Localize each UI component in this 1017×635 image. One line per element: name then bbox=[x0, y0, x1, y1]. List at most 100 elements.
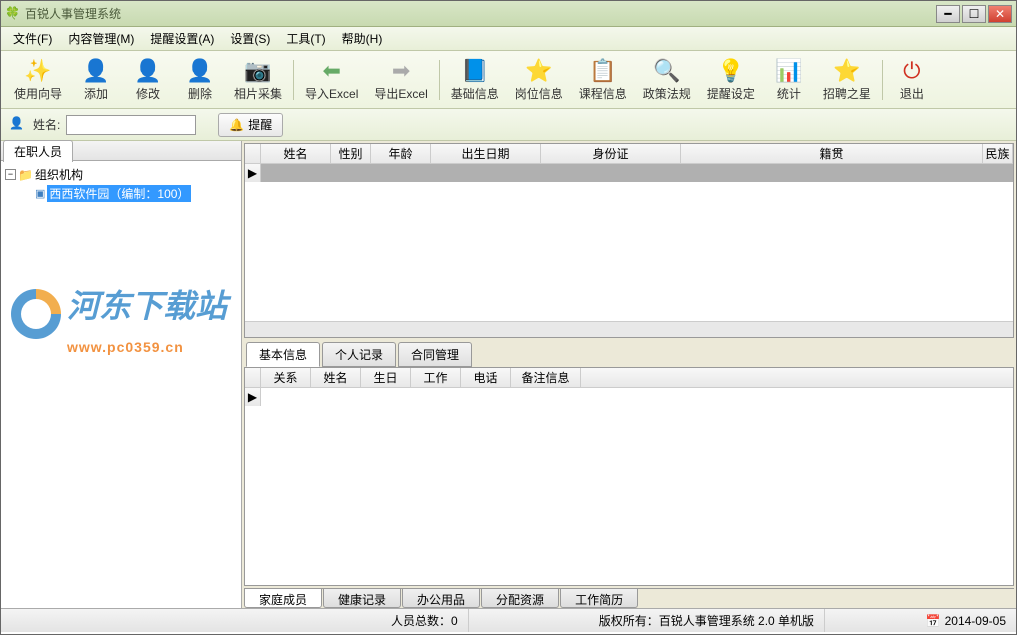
avatar-icon: 👤 bbox=[9, 116, 27, 134]
calendar-icon: 📅 bbox=[926, 614, 941, 628]
edit-user-icon: 👤 bbox=[134, 57, 162, 85]
minimize-button[interactable]: ━ bbox=[936, 5, 960, 23]
star-icon: ⭐ bbox=[525, 57, 553, 85]
col-work[interactable]: 工作 bbox=[411, 368, 461, 387]
tab-resource[interactable]: 分配资源 bbox=[481, 589, 559, 608]
collapse-icon[interactable]: − bbox=[5, 169, 16, 180]
col-name[interactable]: 姓名 bbox=[261, 144, 331, 163]
menu-content[interactable]: 内容管理(M) bbox=[60, 28, 142, 49]
detail-grid-body[interactable]: ▶ bbox=[245, 388, 1013, 585]
row-pointer-icon: ▶ bbox=[245, 164, 261, 182]
course-info-button[interactable]: 📋课程信息 bbox=[572, 54, 634, 105]
menu-tools[interactable]: 工具(T) bbox=[278, 28, 333, 49]
window-title: 百锐人事管理系统 bbox=[25, 5, 936, 22]
maximize-button[interactable]: ☐ bbox=[962, 5, 986, 23]
tab-contract[interactable]: 合同管理 bbox=[398, 342, 472, 367]
exit-button[interactable]: ⏻退出 bbox=[887, 54, 937, 105]
delete-button[interactable]: 👤删除 bbox=[175, 54, 225, 105]
row-indicator-col bbox=[245, 368, 261, 387]
col-age[interactable]: 年龄 bbox=[371, 144, 431, 163]
status-count: 人员总数： 0 bbox=[381, 609, 469, 632]
tab-office[interactable]: 办公用品 bbox=[402, 589, 480, 608]
stats-button[interactable]: 📊统计 bbox=[764, 54, 814, 105]
statusbar: 人员总数： 0 版权所有：百锐人事管理系统 2.0 单机版 📅 2014-09-… bbox=[1, 608, 1016, 632]
sidebar: 在职人员 − 📁 组织机构 ▣ 西西软件园（编制：100） bbox=[1, 141, 242, 608]
photo-button[interactable]: 📷相片采集 bbox=[227, 54, 289, 105]
grid-current-row[interactable]: ▶ bbox=[245, 164, 1013, 182]
post-info-button[interactable]: ⭐岗位信息 bbox=[508, 54, 570, 105]
org-icon: ▣ bbox=[35, 187, 45, 200]
content: 姓名 性别 年龄 出生日期 身份证 籍贯 民族 ▶ 基本信息 个人记录 合同管理 bbox=[242, 141, 1016, 608]
edit-button[interactable]: 👤修改 bbox=[123, 54, 173, 105]
org-tree: − 📁 组织机构 ▣ 西西软件园（编制：100） bbox=[1, 161, 241, 608]
sidebar-tab-active[interactable]: 在职人员 bbox=[3, 140, 73, 162]
col-phone[interactable]: 电话 bbox=[461, 368, 511, 387]
h-scrollbar[interactable] bbox=[245, 321, 1013, 337]
policy-button[interactable]: 🔍政策法规 bbox=[636, 54, 698, 105]
detail-grid-header: 关系 姓名 生日 工作 电话 备注信息 bbox=[245, 368, 1013, 388]
tree-leaf[interactable]: ▣ 西西软件园（编制：100） bbox=[5, 184, 237, 203]
wand-icon: ✨ bbox=[24, 57, 52, 85]
delete-user-icon: 👤 bbox=[186, 57, 214, 85]
name-input[interactable] bbox=[66, 115, 196, 135]
app-icon: 🍀 bbox=[5, 6, 21, 22]
bottom-tabs: 家庭成员 健康记录 办公用品 分配资源 工作简历 bbox=[244, 588, 1014, 608]
tab-health[interactable]: 健康记录 bbox=[323, 589, 401, 608]
tab-resume[interactable]: 工作简历 bbox=[560, 589, 638, 608]
menu-help[interactable]: 帮助(H) bbox=[334, 28, 391, 49]
col-origin[interactable]: 籍贯 bbox=[681, 144, 983, 163]
folder-icon: 📁 bbox=[18, 168, 33, 182]
searchbar: 👤 姓名: 🔔 提醒 bbox=[1, 109, 1016, 141]
col-remark[interactable]: 备注信息 bbox=[511, 368, 581, 387]
export-icon: ➡ bbox=[387, 57, 415, 85]
power-icon: ⏻ bbox=[898, 57, 926, 85]
tab-personal-record[interactable]: 个人记录 bbox=[322, 342, 396, 367]
export-button[interactable]: ➡导出Excel bbox=[367, 54, 434, 105]
recruit-button[interactable]: ⭐招聘之星 bbox=[816, 54, 878, 105]
import-button[interactable]: ⬅导入Excel bbox=[298, 54, 365, 105]
tab-basic-info[interactable]: 基本信息 bbox=[246, 342, 320, 367]
tree-root[interactable]: − 📁 组织机构 bbox=[5, 165, 237, 184]
col-nation[interactable]: 民族 bbox=[983, 144, 1013, 163]
tab-family[interactable]: 家庭成员 bbox=[244, 589, 322, 608]
add-button[interactable]: 👤添加 bbox=[71, 54, 121, 105]
search-doc-icon: 🔍 bbox=[653, 57, 681, 85]
col-birthday[interactable]: 生日 bbox=[361, 368, 411, 387]
col-id[interactable]: 身份证 bbox=[541, 144, 681, 163]
grid-header: 姓名 性别 年龄 出生日期 身份证 籍贯 民族 bbox=[245, 144, 1013, 164]
col-name2[interactable]: 姓名 bbox=[311, 368, 361, 387]
menu-file[interactable]: 文件(F) bbox=[5, 28, 60, 49]
close-button[interactable]: ✕ bbox=[988, 5, 1012, 23]
separator bbox=[882, 60, 883, 100]
board-icon: 📋 bbox=[589, 57, 617, 85]
titlebar: 🍀 百锐人事管理系统 ━ ☐ ✕ bbox=[1, 1, 1016, 27]
menu-remind[interactable]: 提醒设置(A) bbox=[142, 28, 222, 49]
row-indicator-col bbox=[245, 144, 261, 163]
basic-info-button[interactable]: 📘基础信息 bbox=[444, 54, 506, 105]
book-icon: 📘 bbox=[461, 57, 489, 85]
separator bbox=[439, 60, 440, 100]
camera-icon: 📷 bbox=[244, 57, 272, 85]
add-user-icon: 👤 bbox=[82, 57, 110, 85]
detail-grid[interactable]: 关系 姓名 生日 工作 电话 备注信息 ▶ bbox=[244, 367, 1014, 586]
bulb-icon: 💡 bbox=[717, 57, 745, 85]
separator bbox=[293, 60, 294, 100]
green-star-icon: ⭐ bbox=[833, 57, 861, 85]
grid-body[interactable]: ▶ bbox=[245, 164, 1013, 321]
remind-button[interactable]: 🔔 提醒 bbox=[218, 113, 283, 137]
status-date: 📅 2014-09-05 bbox=[916, 614, 1016, 628]
menu-settings[interactable]: 设置(S) bbox=[222, 28, 278, 49]
menubar: 文件(F) 内容管理(M) 提醒设置(A) 设置(S) 工具(T) 帮助(H) bbox=[1, 27, 1016, 51]
mid-tabs: 基本信息 个人记录 合同管理 bbox=[242, 340, 1016, 367]
import-icon: ⬅ bbox=[318, 57, 346, 85]
col-gender[interactable]: 性别 bbox=[331, 144, 371, 163]
col-relation[interactable]: 关系 bbox=[261, 368, 311, 387]
row-pointer-icon: ▶ bbox=[245, 388, 261, 406]
wizard-button[interactable]: ✨使用向导 bbox=[7, 54, 69, 105]
status-copyright: 版权所有：百锐人事管理系统 2.0 单机版 bbox=[589, 609, 825, 632]
name-label: 姓名: bbox=[33, 116, 60, 133]
col-birth[interactable]: 出生日期 bbox=[431, 144, 541, 163]
employee-grid[interactable]: 姓名 性别 年龄 出生日期 身份证 籍贯 民族 ▶ bbox=[244, 143, 1014, 338]
chart-icon: 📊 bbox=[775, 57, 803, 85]
remind-set-button[interactable]: 💡提醒设定 bbox=[700, 54, 762, 105]
